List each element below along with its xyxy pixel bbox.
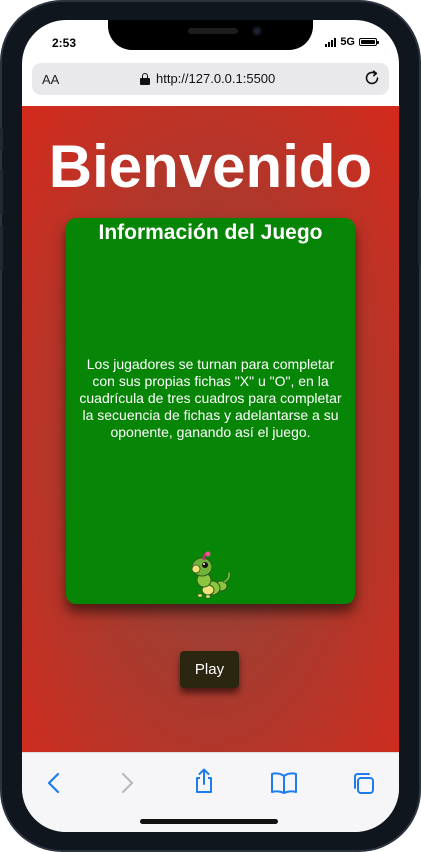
status-time: 2:53 bbox=[52, 36, 77, 50]
url-text: http://127.0.0.1:5500 bbox=[156, 71, 276, 86]
info-card-title: Información del Juego bbox=[98, 221, 323, 244]
battery-icon bbox=[359, 38, 379, 46]
notch bbox=[108, 20, 313, 50]
mute-switch bbox=[0, 128, 3, 150]
game-info-card: Información del Juego Los jugadores se t… bbox=[66, 218, 355, 604]
text-size-button[interactable]: AA bbox=[42, 72, 59, 87]
volume-down-button bbox=[0, 226, 3, 270]
caterpie-sprite-icon bbox=[191, 551, 231, 599]
page-title: Bienvenido bbox=[48, 133, 373, 200]
volume-up-button bbox=[0, 170, 3, 214]
bookmarks-icon[interactable] bbox=[270, 771, 298, 800]
earpiece-speaker bbox=[188, 28, 238, 34]
status-indicators: 5G bbox=[325, 36, 379, 48]
forward-icon[interactable] bbox=[117, 771, 137, 800]
share-icon[interactable] bbox=[192, 767, 216, 800]
front-camera bbox=[252, 26, 262, 36]
url-display[interactable]: http://127.0.0.1:5500 bbox=[140, 71, 275, 86]
lock-icon bbox=[140, 72, 150, 85]
info-card-body: Los jugadores se turnan para completar c… bbox=[79, 356, 342, 440]
phone-screen: 2:53 5G AA http://127.0.0.1:5500 Bienven… bbox=[22, 20, 399, 832]
tabs-icon[interactable] bbox=[351, 771, 377, 802]
reload-icon[interactable] bbox=[363, 69, 381, 92]
play-button[interactable]: Play bbox=[180, 651, 239, 688]
web-content: Bienvenido Información del Juego Los jug… bbox=[22, 106, 399, 752]
signal-icon bbox=[325, 37, 337, 47]
network-type: 5G bbox=[340, 36, 355, 48]
home-indicator bbox=[140, 819, 278, 824]
phone-frame: 2:53 5G AA http://127.0.0.1:5500 Bienven… bbox=[0, 0, 421, 852]
back-icon[interactable] bbox=[44, 771, 64, 800]
address-bar[interactable]: AA http://127.0.0.1:5500 bbox=[32, 63, 389, 95]
